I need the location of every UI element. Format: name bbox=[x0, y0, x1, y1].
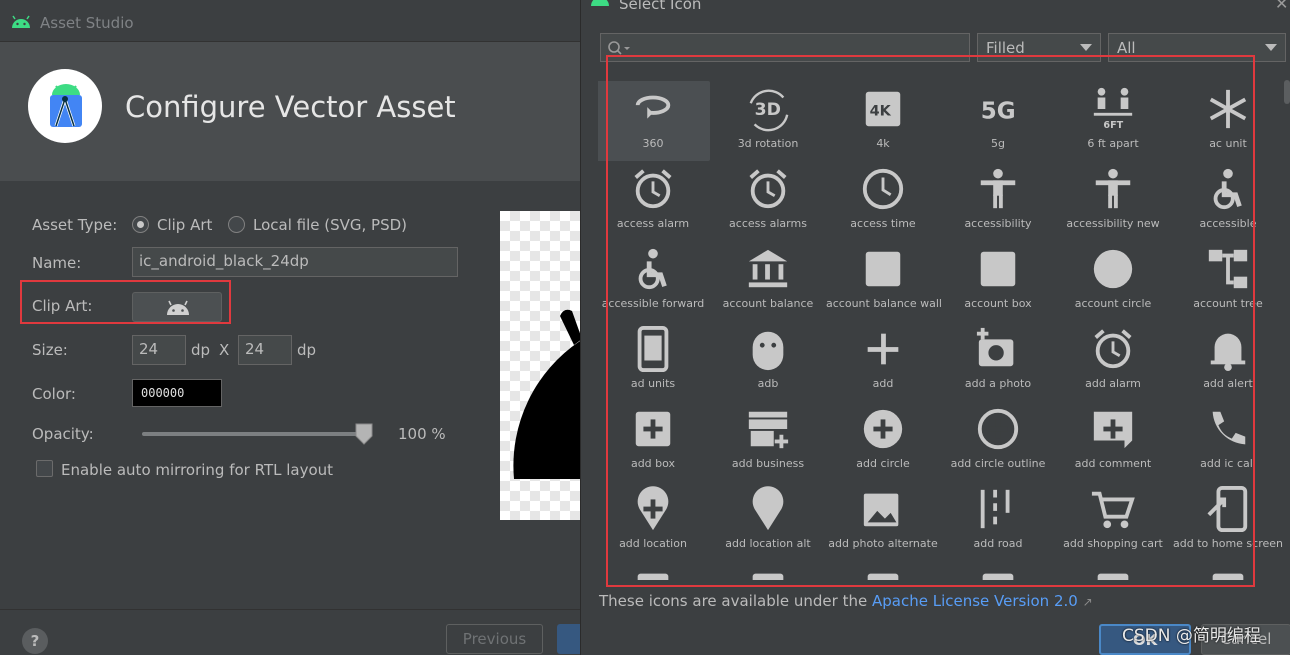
local-file-radio[interactable] bbox=[228, 216, 245, 233]
name-label: Name: bbox=[32, 254, 82, 272]
size-label: Size: bbox=[32, 341, 68, 359]
opacity-slider-thumb[interactable] bbox=[355, 423, 373, 445]
wizard-header: Configure Vector Asset bbox=[0, 42, 580, 181]
asset-studio-window: Asset Studio Configure Vector Asset Asse… bbox=[0, 0, 580, 655]
chevron-down-icon bbox=[1265, 44, 1277, 51]
select-icon-dialog: Select Icon ✕ Filled All 360 3D 3d rotatio… bbox=[580, 0, 1290, 655]
help-button[interactable]: ? bbox=[22, 628, 48, 654]
license-link[interactable]: Apache License Version 2.0 bbox=[872, 592, 1078, 610]
vector-asset-form: Asset Type: Clip Art Local file (SVG, PS… bbox=[0, 181, 580, 611]
dialog-title: Select Icon bbox=[619, 0, 702, 13]
window-title: Asset Studio bbox=[40, 14, 134, 32]
studio-title-bar: Asset Studio bbox=[0, 0, 580, 42]
width-unit: dp bbox=[191, 341, 211, 359]
height-unit: dp bbox=[297, 341, 317, 359]
rtl-checkbox[interactable] bbox=[36, 460, 53, 477]
license-notice: These icons are available under the Apac… bbox=[599, 592, 1093, 610]
asset-preview bbox=[500, 211, 580, 520]
size-separator: X bbox=[219, 341, 230, 359]
watermark-text: CSDN @简明编程 bbox=[1122, 626, 1261, 646]
clip-art-radio[interactable] bbox=[132, 216, 149, 233]
asset-type-label: Asset Type: bbox=[32, 216, 118, 234]
rtl-checkbox-label[interactable]: Enable auto mirroring for RTL layout bbox=[61, 461, 333, 479]
color-field[interactable]: 000000 bbox=[132, 379, 222, 407]
scrollbar-thumb[interactable] bbox=[1284, 80, 1290, 104]
clip-art-radio-label[interactable]: Clip Art bbox=[157, 216, 212, 234]
close-icon[interactable]: ✕ bbox=[1275, 0, 1288, 13]
android-logo-icon bbox=[591, 0, 609, 6]
search-icon bbox=[608, 41, 630, 55]
android-studio-logo-icon bbox=[28, 69, 102, 143]
wizard-footer: ? Previous bbox=[0, 609, 580, 655]
color-label: Color: bbox=[32, 385, 76, 403]
next-button[interactable] bbox=[557, 624, 580, 654]
opacity-label: Opacity: bbox=[32, 425, 94, 443]
opacity-value: 100 % bbox=[398, 425, 446, 443]
name-field[interactable]: ic_android_black_24dp bbox=[132, 247, 458, 277]
page-title: Configure Vector Asset bbox=[125, 90, 456, 124]
icon-grid-scrollbar[interactable] bbox=[1284, 80, 1290, 580]
android-logo-icon bbox=[12, 15, 30, 28]
clip-art-highlight-box bbox=[20, 280, 231, 324]
opacity-slider[interactable] bbox=[142, 432, 366, 436]
icon-grid-highlight-box bbox=[606, 55, 1255, 587]
height-field[interactable]: 24 bbox=[238, 335, 292, 365]
license-text: These icons are available under the bbox=[599, 592, 872, 610]
previous-button[interactable]: Previous bbox=[446, 624, 543, 654]
chevron-down-icon bbox=[1080, 44, 1092, 51]
local-file-radio-label[interactable]: Local file (SVG, PSD) bbox=[253, 216, 407, 234]
android-preview-icon bbox=[513, 309, 580, 479]
external-link-icon: ↗ bbox=[1082, 595, 1093, 609]
width-field[interactable]: 24 bbox=[132, 335, 186, 365]
